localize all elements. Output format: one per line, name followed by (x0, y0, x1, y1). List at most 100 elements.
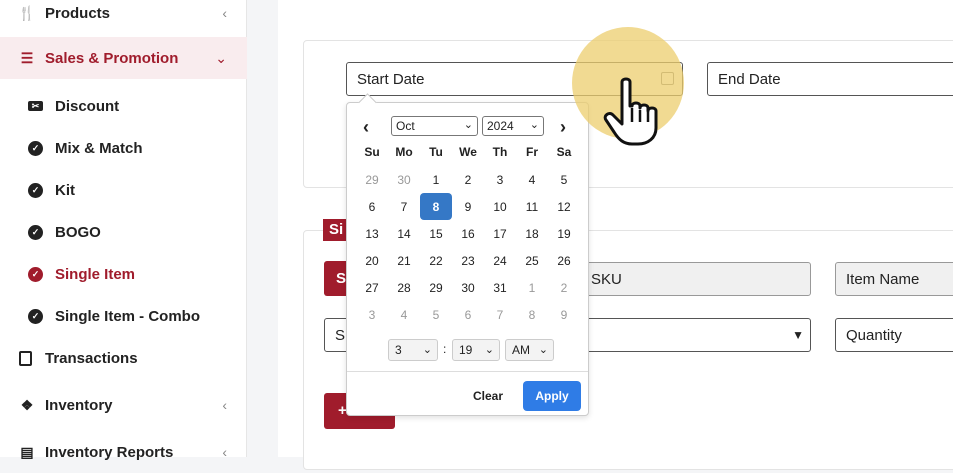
hand-cursor-icon (603, 77, 658, 146)
ampm-value: AM (512, 343, 530, 357)
end-date-input[interactable]: End Date (707, 62, 953, 96)
calendar-day[interactable]: 9 (548, 301, 580, 328)
calendar-day[interactable]: 8 (516, 301, 548, 328)
report-icon: ▤ (20, 443, 34, 460)
caret-down-icon: ▼ (792, 328, 804, 342)
calendar-day[interactable]: 21 (388, 247, 420, 274)
sidebar-subitem-discount[interactable]: ✂ Discount (0, 85, 247, 127)
sidebar-item-inventory[interactable]: ❖ Inventory ‹ (0, 384, 247, 426)
calendar-day[interactable]: 22 (420, 247, 452, 274)
calendar-day[interactable]: 26 (548, 247, 580, 274)
next-month-arrow[interactable]: › (560, 117, 566, 138)
weekday-header: Tu (429, 145, 443, 159)
time-separator: : (443, 342, 447, 356)
calendar-day[interactable]: 2 (452, 166, 484, 193)
sidebar-item-label: Inventory (45, 396, 113, 414)
sidebar-item-label: Inventory Reports (45, 443, 174, 461)
calendar-day[interactable]: 12 (548, 193, 580, 220)
sidebar-subitem-bogo[interactable]: ✓ BOGO (0, 211, 247, 253)
sidebar-subitem-label: Single Item (55, 265, 136, 283)
sidebar-item-inventory-reports[interactable]: ▤ Inventory Reports ‹ (0, 431, 247, 473)
sku-placeholder: SKU (591, 271, 622, 288)
caret-down-icon: ⌄ (463, 119, 473, 131)
ampm-select[interactable]: AM ⌄ (505, 339, 554, 361)
clear-button[interactable]: Clear (461, 383, 515, 409)
hour-value: 3 (395, 343, 402, 357)
calendar-day[interactable]: 5 (548, 166, 580, 193)
calendar-day[interactable]: 30 (388, 166, 420, 193)
calendar-day[interactable]: 2 (548, 274, 580, 301)
sidebar-subitem-single-item-combo[interactable]: ✓ Single Item - Combo (0, 295, 247, 337)
check-circle-icon: ✓ (28, 140, 43, 156)
calendar-day[interactable]: 6 (452, 301, 484, 328)
calendar-day[interactable]: 16 (452, 220, 484, 247)
check-circle-icon: ✓ (28, 266, 43, 282)
utensils-icon: 🍴 (18, 4, 36, 21)
datepicker-footer: Clear Apply (347, 371, 588, 417)
check-circle-icon: ✓ (28, 182, 43, 198)
weekday-header: We (459, 145, 477, 159)
calendar-day[interactable]: 3 (484, 166, 516, 193)
caret-down-icon: ⌄ (529, 119, 539, 131)
sidebar-subitem-single-item[interactable]: ✓ Single Item (0, 253, 247, 295)
calendar-day[interactable]: 23 (452, 247, 484, 274)
datepicker: ‹ Oct ⌄ 2024 ⌄ › Su Mo Tu We Th Fr Sa 29 30 1 2 3 4… (346, 102, 589, 416)
ticket-icon: ✂ (28, 101, 43, 111)
calendar-day[interactable]: 19 (548, 220, 580, 247)
calendar-day[interactable]: 4 (388, 301, 420, 328)
calendar-day[interactable]: 7 (388, 193, 420, 220)
calendar-day[interactable]: 4 (516, 166, 548, 193)
chevron-down-icon: ⌄ (215, 49, 227, 66)
end-date-placeholder: End Date (718, 71, 781, 88)
calendar-day[interactable]: 11 (516, 193, 548, 220)
sidebar-subitem-mix-match[interactable]: ✓ Mix & Match (0, 127, 247, 169)
calendar-day[interactable]: 1 (516, 274, 548, 301)
sidebar-subitem-label: BOGO (55, 223, 101, 241)
item-select-value: S (335, 327, 346, 344)
calendar-day[interactable]: 29 (356, 166, 388, 193)
calendar-day[interactable]: 10 (484, 193, 516, 220)
calendar-day[interactable]: 27 (356, 274, 388, 301)
calendar-day[interactable]: 15 (420, 220, 452, 247)
sku-input[interactable]: SKU (580, 262, 811, 296)
calendar-day[interactable]: 1 (420, 166, 452, 193)
weekday-header: Su (364, 145, 380, 159)
calendar-day[interactable]: 20 (356, 247, 388, 274)
start-date-placeholder: Start Date (357, 71, 425, 88)
prev-month-arrow[interactable]: ‹ (363, 117, 369, 138)
calendar-day[interactable]: 28 (388, 274, 420, 301)
boxes-icon: ❖ (20, 396, 34, 413)
item-name-placeholder: Item Name (846, 271, 920, 288)
calendar-day[interactable]: 25 (516, 247, 548, 274)
month-select[interactable]: Oct ⌄ (391, 116, 478, 136)
item-name-input[interactable]: Item Name (835, 262, 953, 296)
minute-select[interactable]: 19 ⌄ (452, 339, 500, 361)
hour-select[interactable]: 3 ⌄ (388, 339, 438, 361)
caret-down-icon: ⌄ (422, 344, 432, 356)
year-select[interactable]: 2024 ⌄ (482, 116, 544, 136)
sidebar-item-sales-promotion[interactable]: ☰ Sales & Promotion ⌄ (0, 37, 247, 79)
calendar-day[interactable]: 30 (452, 274, 484, 301)
apply-button[interactable]: Apply (523, 381, 581, 411)
calendar-day[interactable]: 6 (356, 193, 388, 220)
quantity-input[interactable]: Quantity (835, 318, 953, 352)
calendar-day[interactable]: 7 (484, 301, 516, 328)
weekday-header: Sa (556, 145, 572, 159)
calendar-day[interactable]: 18 (516, 220, 548, 247)
sidebar-item-label: Products (45, 4, 111, 22)
calendar-day[interactable]: 13 (356, 220, 388, 247)
calendar-day[interactable]: 9 (452, 193, 484, 220)
calendar-day[interactable]: 24 (484, 247, 516, 274)
calendar-day[interactable]: 5 (420, 301, 452, 328)
sidebar-subitem-label: Single Item - Combo (55, 307, 201, 325)
calendar-day[interactable]: 31 (484, 274, 516, 301)
calendar-day[interactable]: 8 (420, 193, 452, 220)
weekday-header: Mo (395, 145, 413, 159)
calendar-day[interactable]: 3 (356, 301, 388, 328)
calendar-day[interactable]: 29 (420, 274, 452, 301)
calendar-day[interactable]: 17 (484, 220, 516, 247)
sidebar-item-products[interactable]: 🍴 Products ‹ (0, 0, 247, 34)
calendar-day[interactable]: 14 (388, 220, 420, 247)
sidebar-item-transactions[interactable]: Transactions (0, 337, 247, 379)
sidebar-subitem-kit[interactable]: ✓ Kit (0, 169, 247, 211)
